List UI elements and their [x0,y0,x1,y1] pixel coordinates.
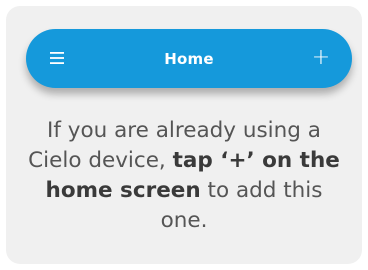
app-header-bar: Home + [26,29,352,88]
page-title: Home [164,49,214,68]
hamburger-menu-icon [50,52,64,64]
add-device-button[interactable]: + [310,47,332,69]
instruction-text: If you are already using a Cielo device,… [20,116,348,236]
menu-button[interactable] [50,51,64,65]
